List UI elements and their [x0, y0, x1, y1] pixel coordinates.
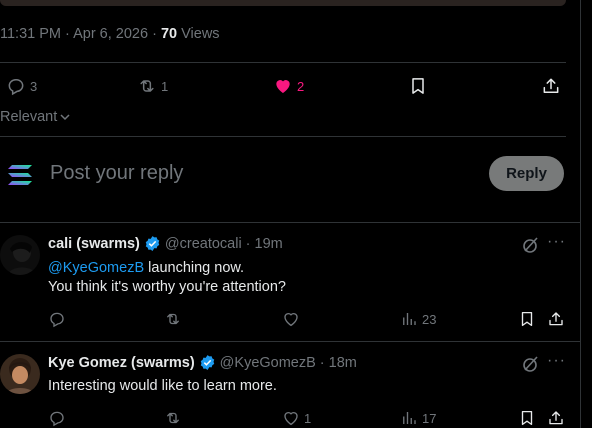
like-action[interactable]: 2 [273, 74, 304, 98]
heart-icon [284, 313, 298, 327]
share-action[interactable] [541, 74, 561, 98]
repost-count: 1 [161, 78, 169, 94]
repost-action[interactable] [164, 310, 182, 328]
heart-icon [284, 412, 298, 426]
avatar-image [0, 235, 40, 275]
avatar[interactable] [0, 354, 40, 394]
heart-filled-icon [276, 80, 290, 94]
more-options-icon[interactable]: ··· [547, 233, 566, 251]
share-icon [543, 78, 559, 93]
grok-icon[interactable] [520, 235, 540, 255]
solana-avatar[interactable] [6, 162, 34, 188]
post-text: @KyeGomezB launching now. You think it's… [48, 260, 286, 295]
sort-label: Relevant [0, 109, 58, 125]
reply-button[interactable]: Reply [489, 156, 564, 191]
share-icon [549, 312, 563, 326]
views-action[interactable]: 23 [400, 310, 436, 328]
like-count: 1 [304, 410, 312, 426]
verified-badge-icon[interactable] [144, 235, 161, 252]
like-action[interactable]: 1 [282, 409, 311, 427]
bookmark-action[interactable] [518, 310, 536, 328]
grok-icon[interactable] [520, 354, 540, 374]
repost-action[interactable] [164, 409, 182, 427]
reply-icon [8, 79, 24, 96]
post-text: Interesting would like to learn more. [48, 378, 277, 394]
reply-action[interactable]: 3 [6, 74, 37, 98]
author-name[interactable]: cali (swarms) [48, 236, 140, 252]
tweet-actions: 3 1 2 [0, 74, 566, 98]
analytics-icon [403, 313, 416, 325]
solana-logo-icon [8, 165, 32, 185]
like-action[interactable] [282, 310, 300, 328]
bookmark-icon [412, 78, 424, 94]
views-count: 70 [160, 26, 178, 42]
media-bottom-edge [0, 0, 566, 6]
avatar[interactable] [0, 235, 40, 275]
author-handle[interactable]: @creatocali [165, 236, 242, 252]
share-icon [549, 411, 563, 425]
views-count: 23 [422, 311, 437, 327]
divider [0, 341, 580, 342]
verified-badge-icon[interactable] [199, 354, 216, 371]
post-age[interactable]: 19m [255, 236, 283, 252]
bookmark-action[interactable] [518, 409, 536, 427]
bookmark-icon [521, 410, 533, 426]
divider [0, 222, 580, 223]
sort-dropdown[interactable]: Relevant [0, 109, 71, 125]
like-count: 2 [297, 78, 305, 94]
tweet-time[interactable]: 11:31 PM [0, 26, 61, 42]
views-count: 17 [422, 410, 437, 426]
column-divider [580, 0, 581, 428]
tweet-meta: 11:31 PM · Apr 6, 2026 · 70 Views [0, 26, 220, 42]
reply-icon [50, 312, 64, 328]
avatar-image [0, 354, 40, 394]
repost-icon [140, 80, 154, 92]
repost-icon [167, 313, 179, 325]
author-name[interactable]: Kye Gomez (swarms) [48, 355, 195, 371]
bookmark-icon [521, 311, 533, 327]
tweet-date[interactable]: Apr 6, 2026 [73, 26, 148, 42]
author-handle[interactable]: @KyeGomezB [220, 355, 316, 371]
reply-icon [50, 411, 64, 427]
reply-action[interactable] [48, 310, 66, 328]
bookmark-action[interactable] [408, 74, 428, 98]
reply-count: 3 [30, 78, 38, 94]
more-options-icon[interactable]: ··· [547, 352, 566, 370]
views-label: Views [181, 26, 220, 42]
share-action[interactable] [547, 310, 565, 328]
action-bar-top-divider [0, 62, 566, 63]
author-row: cali (swarms) @creatocali · 19m [48, 235, 283, 252]
chevron-down-icon [60, 114, 70, 121]
reply-input[interactable]: Post your reply [50, 162, 183, 185]
analytics-icon [403, 412, 416, 424]
divider [0, 136, 566, 137]
views-action[interactable]: 17 [400, 409, 436, 427]
repost-icon [167, 412, 179, 424]
repost-action[interactable]: 1 [137, 74, 168, 98]
share-action[interactable] [547, 409, 565, 427]
author-row: Kye Gomez (swarms) @KyeGomezB · 18m [48, 354, 357, 371]
reply-action[interactable] [48, 409, 66, 427]
mention-link[interactable]: @KyeGomezB [48, 260, 144, 276]
post-age[interactable]: 18m [329, 355, 357, 371]
